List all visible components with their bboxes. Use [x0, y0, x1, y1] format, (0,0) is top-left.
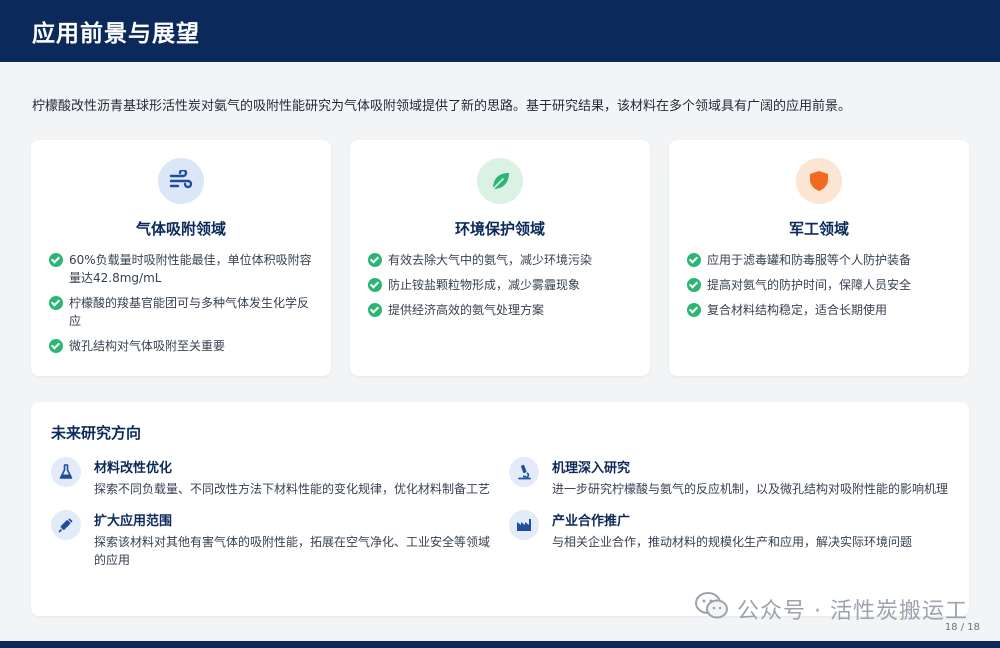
wind-icon — [158, 158, 204, 204]
section-title: 未来研究方向 — [51, 424, 142, 442]
microscope-icon — [509, 457, 539, 487]
future-item-desc: 探索不同负载量、不同改性方法下材料性能的变化规律，优化材料制备工艺 — [94, 482, 491, 496]
future-item-title: 材料改性优化 — [94, 461, 173, 476]
card-environmental-protection: 环境保护领域 有效去除大气中的氨气，减少环境污染 防止铵盐颗粒物形成，减少雾霾现… — [350, 140, 650, 376]
check-icon — [49, 339, 63, 353]
card-military: 军工领域 应用于滤毒罐和防毒服等个人防护装备 提高对氨气的防护时间，保障人员安全… — [669, 140, 969, 376]
future-research-grid: 材料改性优化 探索不同负载量、不同改性方法下材料性能的变化规律，优化材料制备工艺… — [51, 457, 949, 569]
card-title: 气体吸附领域 — [135, 220, 226, 238]
check-icon — [368, 303, 382, 317]
future-item-title: 机理深入研究 — [552, 461, 631, 476]
wechat-icon — [695, 592, 729, 626]
check-icon — [49, 296, 63, 310]
check-icon — [49, 253, 63, 267]
future-item-mechanism-research: 机理深入研究 进一步研究柠檬酸与氨气的反应机制，以及微孔结构对吸附性能的影响机理 — [509, 457, 949, 498]
leaf-icon — [477, 158, 523, 204]
intro-text: 柠檬酸改性沥青基球形活性炭对氨气的吸附性能研究为气体吸附领域提供了新的思路。基于… — [32, 99, 852, 114]
bullet-item: 提高对氨气的防护时间，保障人员安全 — [687, 276, 951, 294]
application-cards: 气体吸附领域 60%负载量时吸附性能最佳，单位体积吸附容量达42.8mg/mL … — [31, 140, 969, 376]
card-title: 军工领域 — [788, 220, 849, 238]
future-item-desc: 进一步研究柠檬酸与氨气的反应机制，以及微孔结构对吸附性能的影响机理 — [552, 482, 949, 496]
bullet-item: 防止铵盐颗粒物形成，减少雾霾现象 — [368, 276, 632, 294]
future-research-panel: 未来研究方向 材料改性优化 探索不同负载量、不同改性方法下材料性能的变化规律，优… — [31, 402, 969, 616]
check-icon — [687, 303, 701, 317]
bullet-item: 复合材料结构稳定，适合长期使用 — [687, 301, 951, 319]
check-icon — [687, 253, 701, 267]
future-item-expand-application: 扩大应用范围 探索该材料对其他有害气体的吸附性能，拓展在空气净化、工业安全等领域… — [51, 510, 509, 569]
bullet-item: 微孔结构对气体吸附至关重要 — [49, 337, 313, 355]
bullet-item: 应用于滤毒罐和防毒服等个人防护装备 — [687, 251, 951, 269]
page-title: 应用前景与展望 — [32, 21, 200, 47]
watermark: 公众号 · 活性炭搬运工 — [695, 592, 968, 626]
future-item-desc: 探索该材料对其他有害气体的吸附性能，拓展在空气净化、工业安全等领域的应用 — [94, 535, 491, 567]
factory-icon — [509, 510, 539, 540]
future-item-material-optimization: 材料改性优化 探索不同负载量、不同改性方法下材料性能的变化规律，优化材料制备工艺 — [51, 457, 509, 498]
bullet-item: 提供经济高效的氨气处理方案 — [368, 301, 632, 319]
card-title: 环境保护领域 — [454, 220, 545, 238]
future-item-title: 扩大应用范围 — [94, 514, 173, 529]
bullet-item: 有效去除大气中的氨气，减少环境污染 — [368, 251, 632, 269]
check-icon — [687, 278, 701, 292]
footer-bar — [0, 641, 1000, 648]
shield-icon — [796, 158, 842, 204]
check-icon — [368, 253, 382, 267]
page-number: 18 / 18 — [944, 622, 980, 633]
future-item-desc: 与相关企业合作，推动材料的规模化生产和应用，解决实际环境问题 — [552, 535, 913, 549]
check-icon — [368, 278, 382, 292]
bullet-item: 60%负载量时吸附性能最佳，单位体积吸附容量达42.8mg/mL — [49, 251, 313, 287]
future-item-title: 产业合作推广 — [552, 514, 631, 529]
bullet-item: 柠檬酸的羧基官能团可与多种气体发生化学反应 — [49, 294, 313, 330]
syringe-icon — [51, 510, 81, 540]
header-bar: 应用前景与展望 — [0, 0, 1000, 62]
card-gas-adsorption: 气体吸附领域 60%负载量时吸附性能最佳，单位体积吸附容量达42.8mg/mL … — [31, 140, 331, 376]
watermark-text: 公众号 · 活性炭搬运工 — [737, 599, 968, 624]
future-item-industry-cooperation: 产业合作推广 与相关企业合作，推动材料的规模化生产和应用，解决实际环境问题 — [509, 510, 949, 569]
flask-icon — [51, 457, 81, 487]
